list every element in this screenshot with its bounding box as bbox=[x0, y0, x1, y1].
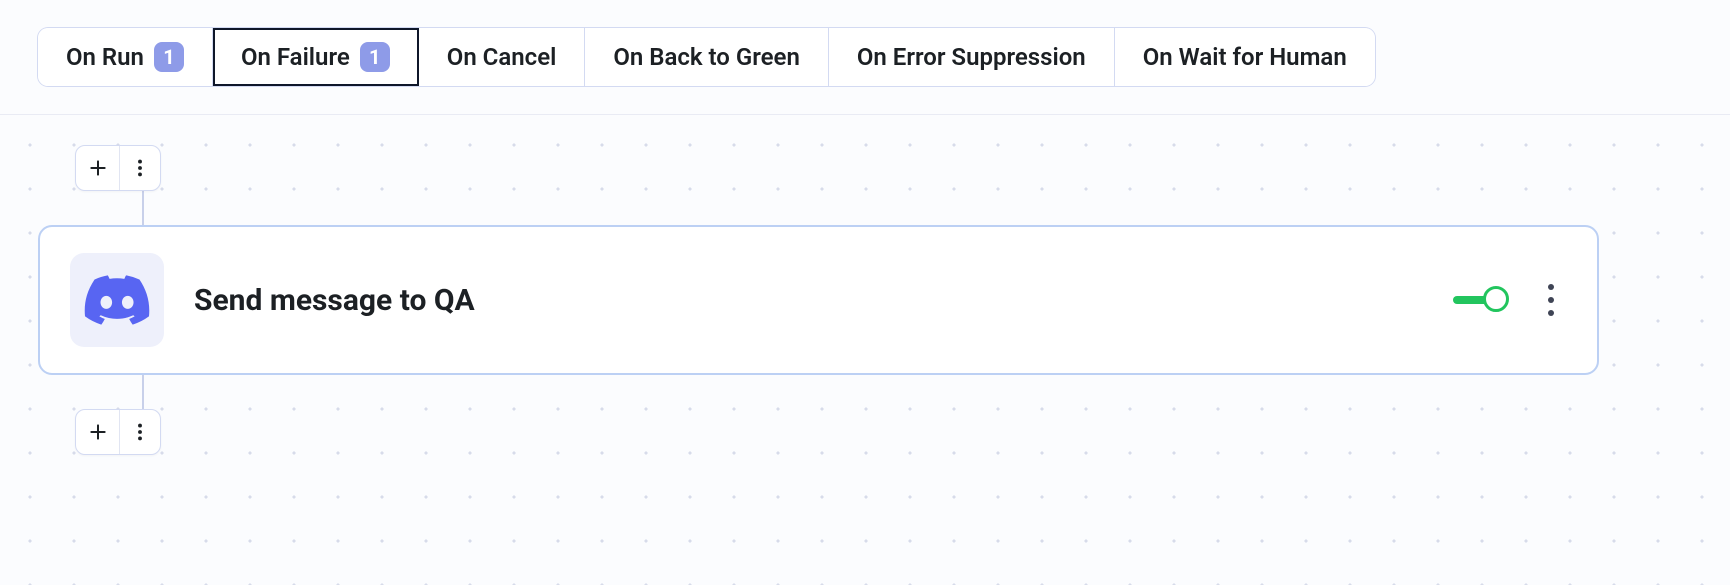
toggle-knob bbox=[1483, 286, 1509, 312]
tab-on-error-suppression[interactable]: On Error Suppression bbox=[829, 28, 1115, 86]
plus-icon bbox=[88, 158, 108, 178]
connector-line bbox=[142, 191, 144, 225]
step-menu-button[interactable] bbox=[120, 146, 160, 190]
trigger-tab-group: On Run 1 On Failure 1 On Cancel On Back … bbox=[38, 28, 1375, 86]
workflow-step-card[interactable]: Send message to QA bbox=[38, 225, 1599, 375]
add-step-button[interactable] bbox=[76, 146, 120, 190]
tab-label: On Failure bbox=[241, 43, 350, 71]
tab-on-cancel[interactable]: On Cancel bbox=[419, 28, 586, 86]
tab-header: On Run 1 On Failure 1 On Cancel On Back … bbox=[0, 0, 1730, 115]
tab-badge: 1 bbox=[154, 42, 184, 72]
discord-icon bbox=[84, 275, 150, 325]
add-step-group-bottom bbox=[75, 409, 161, 455]
tab-on-failure[interactable]: On Failure 1 bbox=[213, 28, 419, 86]
add-step-group-top bbox=[75, 145, 161, 191]
tab-label: On Error Suppression bbox=[857, 43, 1086, 71]
kebab-icon bbox=[1547, 283, 1555, 317]
add-step-button[interactable] bbox=[76, 410, 120, 454]
plus-icon bbox=[88, 422, 108, 442]
workflow-canvas: Send message to QA bbox=[0, 115, 1730, 585]
tab-label: On Cancel bbox=[447, 43, 557, 71]
tab-label: On Run bbox=[66, 43, 144, 71]
kebab-icon bbox=[129, 157, 151, 179]
tab-label: On Back to Green bbox=[613, 43, 800, 71]
tab-on-run[interactable]: On Run 1 bbox=[38, 28, 213, 86]
step-enabled-toggle[interactable] bbox=[1453, 286, 1509, 314]
connector-line bbox=[142, 375, 144, 409]
tab-on-wait-for-human[interactable]: On Wait for Human bbox=[1115, 28, 1375, 86]
tab-badge: 1 bbox=[360, 42, 390, 72]
tab-label: On Wait for Human bbox=[1143, 43, 1347, 71]
app-icon-container bbox=[70, 253, 164, 347]
tab-on-back-to-green[interactable]: On Back to Green bbox=[585, 28, 829, 86]
step-title: Send message to QA bbox=[194, 283, 1453, 318]
step-menu-button[interactable] bbox=[120, 410, 160, 454]
step-card-menu-button[interactable] bbox=[1535, 278, 1567, 322]
workflow-column: Send message to QA bbox=[68, 145, 1692, 455]
kebab-icon bbox=[129, 421, 151, 443]
